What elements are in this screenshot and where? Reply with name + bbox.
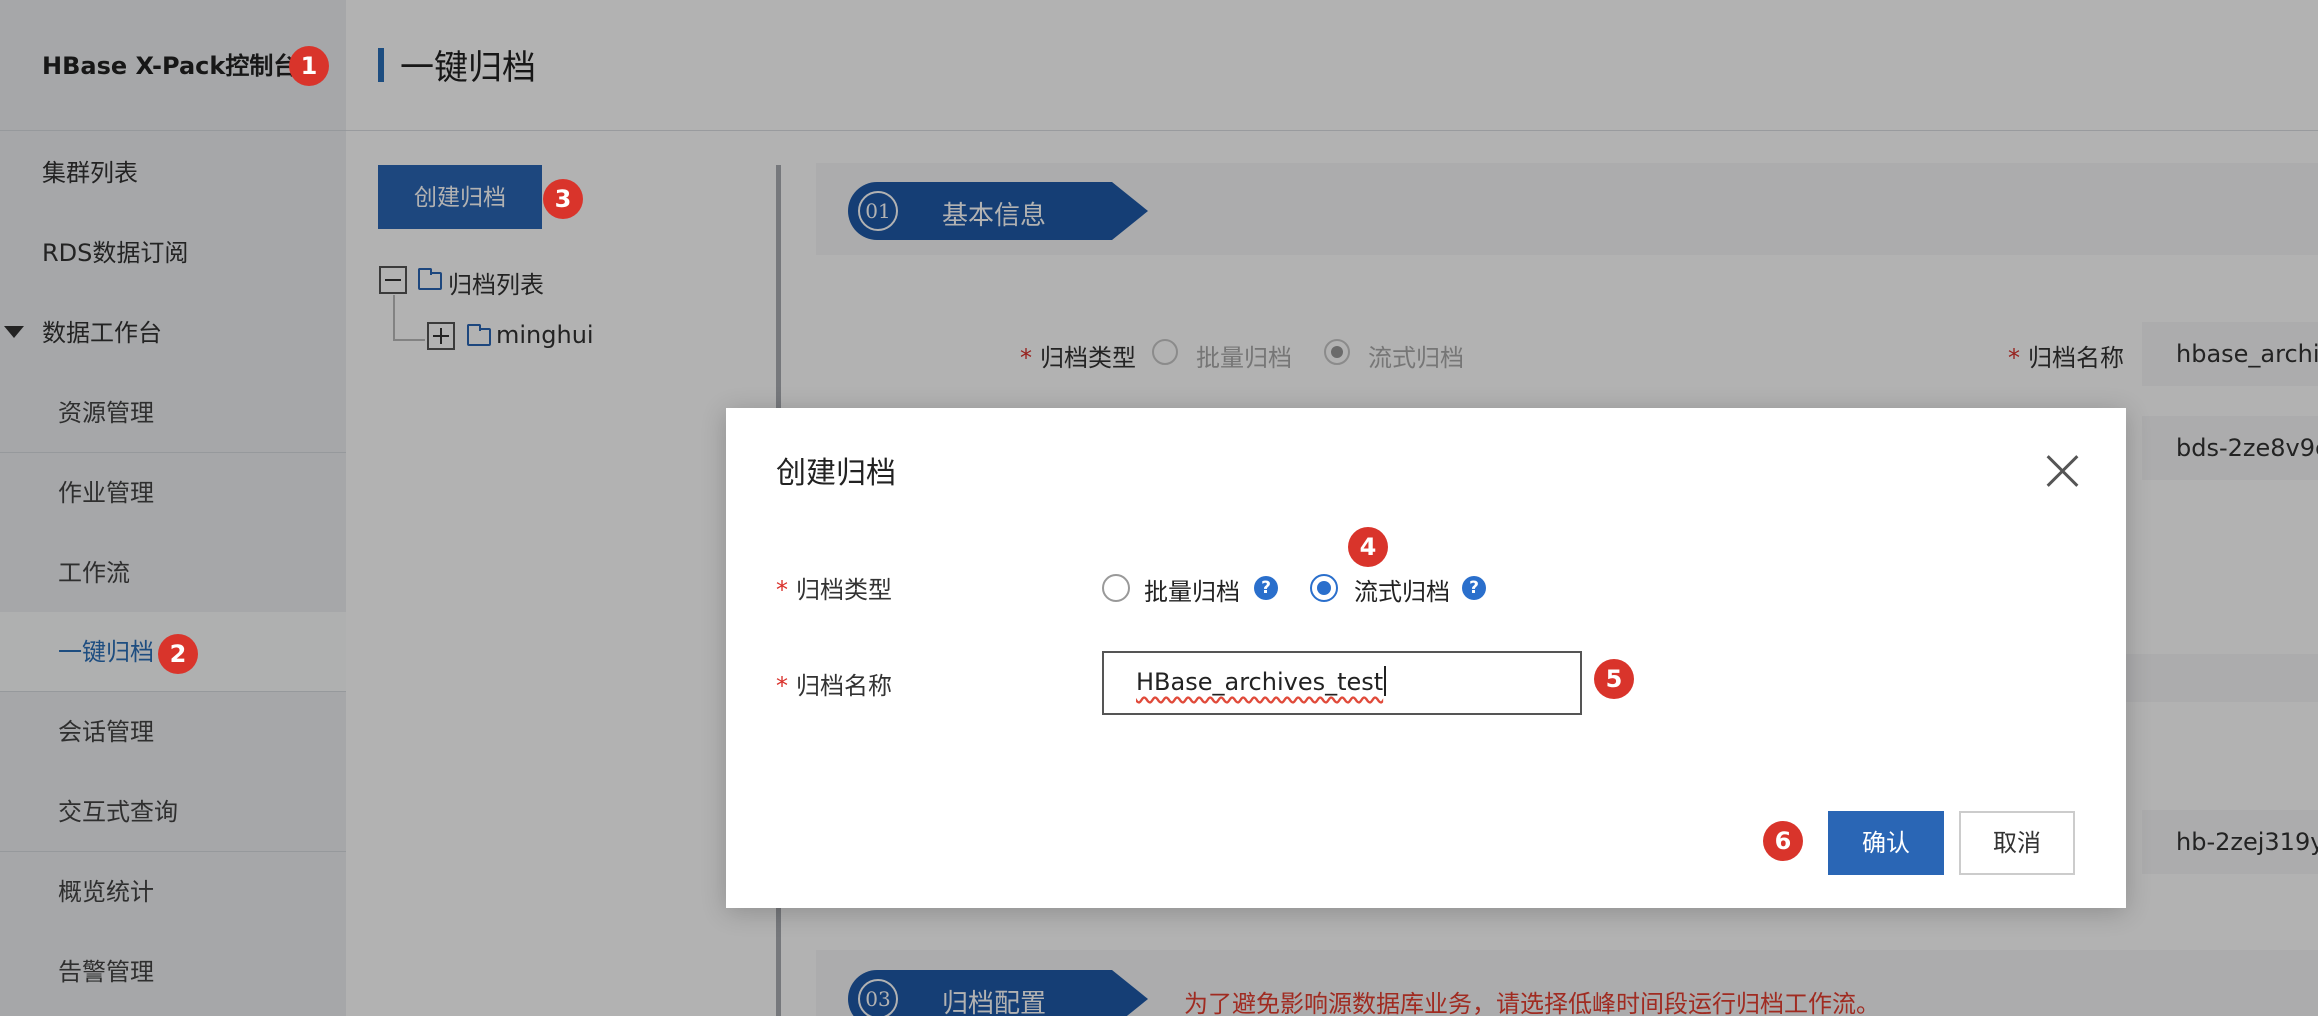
step-marker: 1 <box>289 46 329 86</box>
create-archive-dialog: 创建归档 * 归档类型 批量归档 ? 流式归档 ? * 归档名称 HBase_arc… <box>726 408 2126 908</box>
help-icon[interactable]: ? <box>1462 576 1486 600</box>
radio-label-stream-archive: 流式归档 <box>1354 578 1450 606</box>
field-label-archive-type: * 归档类型 <box>776 576 892 604</box>
step-marker: 6 <box>1763 821 1803 861</box>
cancel-button[interactable]: 取消 <box>1959 811 2075 875</box>
step-marker: 2 <box>158 634 198 674</box>
radio-batch-archive[interactable] <box>1102 574 1130 602</box>
step-marker: 3 <box>543 179 583 219</box>
step-marker: 4 <box>1348 527 1388 567</box>
help-icon[interactable]: ? <box>1254 576 1278 600</box>
input-value: HBase_archives_test <box>1136 668 1384 696</box>
step-marker: 5 <box>1594 659 1634 699</box>
text-cursor <box>1384 666 1387 696</box>
radio-label-batch-archive: 批量归档 <box>1144 578 1240 606</box>
field-label-archive-name: * 归档名称 <box>776 672 892 700</box>
radio-stream-archive[interactable] <box>1310 574 1338 602</box>
dialog-title: 创建归档 <box>776 456 896 491</box>
confirm-button[interactable]: 确认 <box>1828 811 1944 875</box>
close-icon[interactable] <box>2044 452 2082 490</box>
archive-name-input[interactable]: HBase_archives_test <box>1102 651 1582 715</box>
